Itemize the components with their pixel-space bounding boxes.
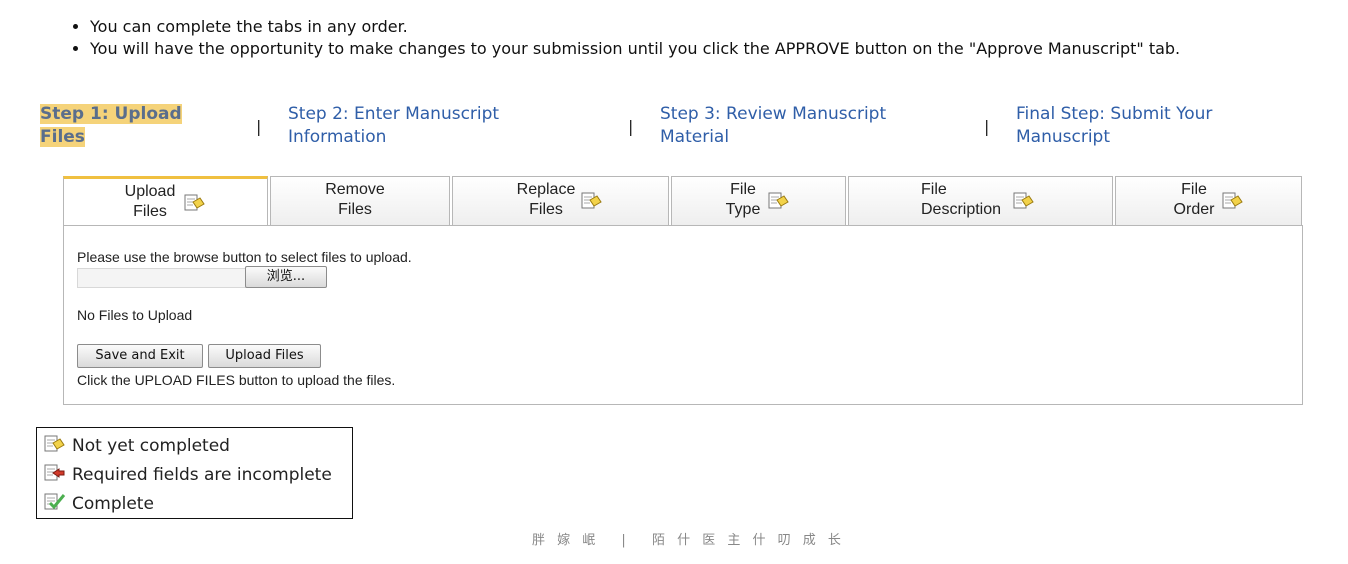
save-and-exit-button[interactable]: Save and Exit xyxy=(77,344,203,368)
not-yet-completed-icon xyxy=(768,191,790,217)
not-yet-completed-icon xyxy=(1013,191,1035,217)
not-yet-completed-icon xyxy=(1222,191,1244,217)
upload-instruction: Please use the browse button to select f… xyxy=(77,249,412,265)
file-path-input[interactable] xyxy=(77,268,247,288)
step-navigation: Step 1: Upload Files | Step 2: Enter Man… xyxy=(0,103,1348,153)
step-separator: | xyxy=(256,117,262,136)
not-yet-completed-icon xyxy=(184,193,206,219)
step-3-review-manuscript-material[interactable]: Step 3: Review Manuscript Material xyxy=(660,103,886,149)
step-separator: | xyxy=(984,117,990,136)
required-incomplete-icon xyxy=(44,464,72,485)
instruction-item: You can complete the tabs in any order. xyxy=(90,16,1180,38)
not-yet-completed-icon xyxy=(44,435,72,456)
legend-not-yet-completed: Not yet completed xyxy=(44,434,230,456)
legend-complete: Complete xyxy=(44,492,154,514)
no-files-message: No Files to Upload xyxy=(77,307,193,323)
footer-text: 胖 嫁 岷 | 陌 什 医 主 什 叨 成 长 xyxy=(532,533,845,548)
instructions-list: You can complete the tabs in any order. … xyxy=(72,16,1180,60)
file-tabs: Upload Files Remove Files Replace Files … xyxy=(63,176,1303,227)
tab-file-order[interactable]: File Order xyxy=(1115,176,1302,226)
tab-upload-files[interactable]: Upload Files xyxy=(63,176,268,227)
legend-required-incomplete: Required fields are incomplete xyxy=(44,463,332,485)
tab-file-type[interactable]: File Type xyxy=(671,176,846,226)
upload-files-button[interactable]: Upload Files xyxy=(208,344,321,368)
final-step-submit-manuscript[interactable]: Final Step: Submit Your Manuscript xyxy=(1016,103,1212,149)
tab-remove-files[interactable]: Remove Files xyxy=(270,176,450,226)
upload-hint: Click the UPLOAD FILES button to upload … xyxy=(77,372,396,388)
complete-icon xyxy=(44,493,72,514)
status-legend: Not yet completed Required fields are in… xyxy=(36,427,353,519)
step-separator: | xyxy=(628,117,634,136)
step-1-upload-files[interactable]: Step 1: Upload Files xyxy=(40,103,182,149)
upload-files-panel: Please use the browse button to select f… xyxy=(63,225,1303,405)
tab-replace-files[interactable]: Replace Files xyxy=(452,176,669,226)
not-yet-completed-icon xyxy=(581,191,603,217)
step-2-enter-manuscript-information[interactable]: Step 2: Enter Manuscript Information xyxy=(288,103,499,149)
tab-file-description[interactable]: File Description xyxy=(848,176,1113,226)
browse-button[interactable]: 浏览... xyxy=(245,266,327,288)
instruction-item: You will have the opportunity to make ch… xyxy=(90,38,1180,60)
